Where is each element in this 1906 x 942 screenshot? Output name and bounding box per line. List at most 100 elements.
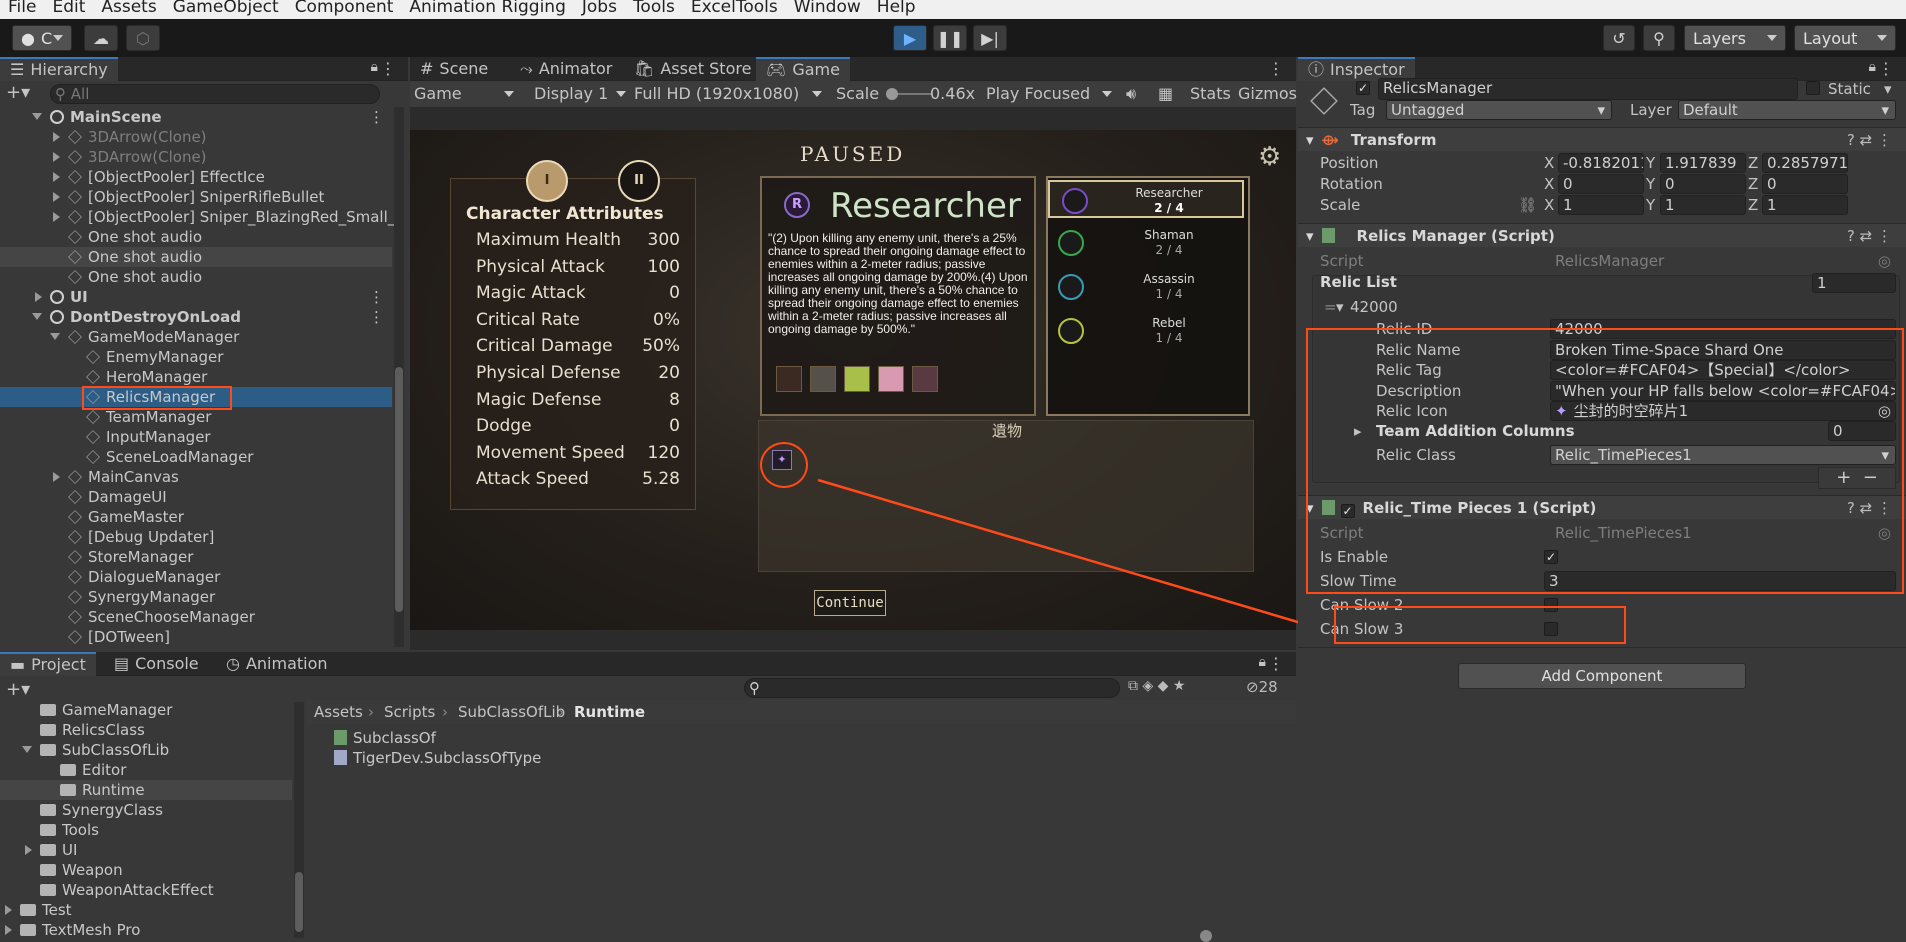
project-panel: ▬ Project ▤ Console ◷ Animation 🔒︎ ⋮ +▾ ⚲ ⧉… xyxy=(0,652,1296,942)
filter-icons[interactable]: ⧉ ◈ ◆ ★ xyxy=(1128,678,1185,694)
kebab-menu-icon[interactable]: ⋮ xyxy=(1878,59,1894,78)
axis-z-label: Z xyxy=(1748,154,1759,172)
project-folder[interactable]: WeaponAttackEffect xyxy=(0,880,292,900)
relic-field-input[interactable]: Broken Time-Space Shard One xyxy=(1550,339,1896,360)
project-folder[interactable]: GameManager xyxy=(0,702,292,720)
relics-manager-header[interactable]: ▾ Relics Manager (Script) ? ⇄ ⋮ xyxy=(1298,223,1906,247)
relic-fields: Relic ID 42000 Relic Name Broken Time-Space… xyxy=(1298,319,1906,429)
team-addition-count[interactable]: 0 xyxy=(1828,421,1896,441)
folder-icon xyxy=(40,844,56,856)
scale-z-input[interactable]: 1 xyxy=(1762,195,1848,215)
sprite-icon: ✦ xyxy=(1555,402,1568,420)
layer-dropdown[interactable]: Default ▾ xyxy=(1678,100,1896,120)
time-pieces-header[interactable]: ▾ ✓ Relic_Time Pieces 1 (Script) ? ⇄ ⋮ xyxy=(1298,495,1906,519)
project-folder[interactable]: Test xyxy=(0,900,292,920)
chevron-right-icon[interactable] xyxy=(5,905,12,915)
eye-slash-icon: ⊘ xyxy=(1246,678,1259,696)
chevron-down-icon[interactable]: ▾ xyxy=(1336,297,1344,317)
breadcrumb-scripts[interactable]: Scripts xyxy=(384,700,435,724)
project-folder[interactable]: SubClassOfLib xyxy=(0,740,292,760)
relic-field-input[interactable]: 42000 xyxy=(1550,319,1896,339)
hidden-count[interactable]: ⊘28 xyxy=(1246,678,1278,696)
relic-field-input[interactable]: <color=#FCAF04>【Special】</color> xyxy=(1550,360,1896,380)
can-slow-3-checkbox[interactable] xyxy=(1544,622,1558,636)
transform-header[interactable]: ▾ ⟴ Transform ? ⇄ ⋮ xyxy=(1298,127,1906,151)
team-addition-columns-label[interactable]: Team Addition Columns xyxy=(1376,421,1575,441)
kebab-menu-icon[interactable]: ⋮ xyxy=(1268,654,1284,673)
relic-field-value: Broken Time-Space Shard One xyxy=(1555,340,1784,359)
project-folder[interactable]: Weapon xyxy=(0,860,292,880)
project-folder[interactable]: UI xyxy=(0,840,292,860)
project-search-input[interactable]: ⚲ xyxy=(744,678,1120,698)
tab-animation[interactable]: ◷ Animation xyxy=(216,652,338,676)
tab-console[interactable]: ▤ Console xyxy=(104,652,209,676)
position-x-input[interactable]: -0.8182011 xyxy=(1558,153,1644,173)
slow-time-input[interactable]: 3 xyxy=(1544,571,1896,591)
tab-animation-label: Animation xyxy=(245,654,328,673)
lock-icon[interactable]: 🔒︎ xyxy=(1869,59,1876,75)
scale-x-input[interactable]: 1 xyxy=(1558,195,1644,215)
target-icon[interactable]: ◎ xyxy=(1878,524,1891,542)
rotation-x-input[interactable]: 0 xyxy=(1558,174,1644,194)
relic-field-input[interactable]: "When your HP falls below <color=#FCAF04… xyxy=(1550,380,1896,401)
file-item[interactable]: SubclassOf xyxy=(334,728,634,748)
project-folder[interactable]: RelicsClass xyxy=(0,720,292,740)
object-name-input[interactable]: RelicsManager xyxy=(1378,78,1798,100)
component-menu-icons[interactable]: ? ⇄ ⋮ xyxy=(1847,128,1892,152)
relic-element-label[interactable]: 42000 xyxy=(1350,297,1398,317)
project-folder[interactable]: SynergyClass xyxy=(0,800,292,820)
project-folder[interactable]: Tools xyxy=(0,820,292,840)
active-checkbox[interactable]: ✓ xyxy=(1356,81,1370,95)
rotation-y-input[interactable]: 0 xyxy=(1660,174,1746,194)
project-folder[interactable]: TextMesh Pro xyxy=(0,920,292,938)
relic-class-dropdown[interactable]: Relic_TimePieces1 ▾ xyxy=(1550,445,1896,465)
relic-field-input[interactable]: ✦ 尘封的时空碎片1 ◎ xyxy=(1550,401,1896,421)
script-reference-value: Relic_TimePieces1 xyxy=(1555,524,1692,542)
component-enabled-checkbox[interactable]: ✓ xyxy=(1340,504,1355,518)
scale-y-input[interactable]: 1 xyxy=(1660,195,1746,215)
link-icon[interactable]: ⛓ xyxy=(1518,195,1537,215)
chevron-right-icon[interactable] xyxy=(25,845,32,855)
tag-dropdown[interactable]: Untagged ▾ xyxy=(1386,100,1612,120)
list-add-remove-buttons[interactable]: + − xyxy=(1818,467,1896,489)
drag-handle-icon[interactable]: = xyxy=(1324,297,1337,317)
can-slow-2-checkbox[interactable] xyxy=(1544,598,1558,612)
position-z-input[interactable]: 0.2857971 xyxy=(1762,153,1848,173)
chevron-down-icon: ▾ xyxy=(1306,227,1314,245)
breadcrumb-subclassoflib[interactable]: SubClassOfLib xyxy=(458,700,565,724)
zoom-slider[interactable] xyxy=(1200,930,1212,942)
is-enable-checkbox[interactable]: ✓ xyxy=(1544,550,1558,564)
project-folder[interactable]: Editor xyxy=(0,760,292,780)
chevron-right-icon[interactable] xyxy=(5,925,12,935)
axis-y-label: Y xyxy=(1646,196,1656,214)
relic-field-row: Relic Name Broken Time-Space Shard One xyxy=(1298,339,1906,360)
chevron-right-icon[interactable]: ▸ xyxy=(1354,421,1362,441)
target-icon[interactable]: ◎ xyxy=(1878,402,1891,420)
chevron-down-icon[interactable]: ▾ xyxy=(1884,79,1892,99)
lock-icon[interactable]: 🔒︎ xyxy=(1259,654,1266,670)
axis-y-label: Y xyxy=(1646,154,1656,172)
transform-icon: ⟴ xyxy=(1321,131,1339,149)
position-y-input[interactable]: 1.917839 xyxy=(1660,153,1746,173)
divider xyxy=(1298,647,1906,648)
static-checkbox[interactable] xyxy=(1806,81,1820,95)
target-icon[interactable]: ◎ xyxy=(1878,252,1891,270)
relic-list-count[interactable]: 1 xyxy=(1812,273,1896,293)
slow-time-label: Slow Time xyxy=(1320,572,1397,590)
rotation-z-input[interactable]: 0 xyxy=(1762,174,1848,194)
file-item[interactable]: TigerDev.SubclassOfType xyxy=(334,748,634,768)
component-menu-icons[interactable]: ? ⇄ ⋮ xyxy=(1847,224,1892,248)
breadcrumb-runtime[interactable]: Runtime xyxy=(574,700,645,724)
relic-list-label[interactable]: Relic List xyxy=(1320,272,1397,292)
component-menu-icons[interactable]: ? ⇄ ⋮ xyxy=(1847,496,1892,520)
chevron-right-icon: › xyxy=(442,703,448,721)
project-tree-scrollbar[interactable] xyxy=(294,702,304,938)
add-button[interactable]: +▾ xyxy=(6,679,30,700)
project-folder[interactable]: Runtime xyxy=(0,780,292,800)
chevron-down-icon[interactable] xyxy=(22,746,32,753)
layer-label: Layer xyxy=(1630,101,1672,119)
relic-field-label: Relic Tag xyxy=(1376,361,1442,379)
breadcrumb-assets[interactable]: Assets xyxy=(314,700,363,724)
tab-project[interactable]: ▬ Project xyxy=(0,652,96,676)
add-component-button[interactable]: Add Component xyxy=(1458,663,1746,689)
